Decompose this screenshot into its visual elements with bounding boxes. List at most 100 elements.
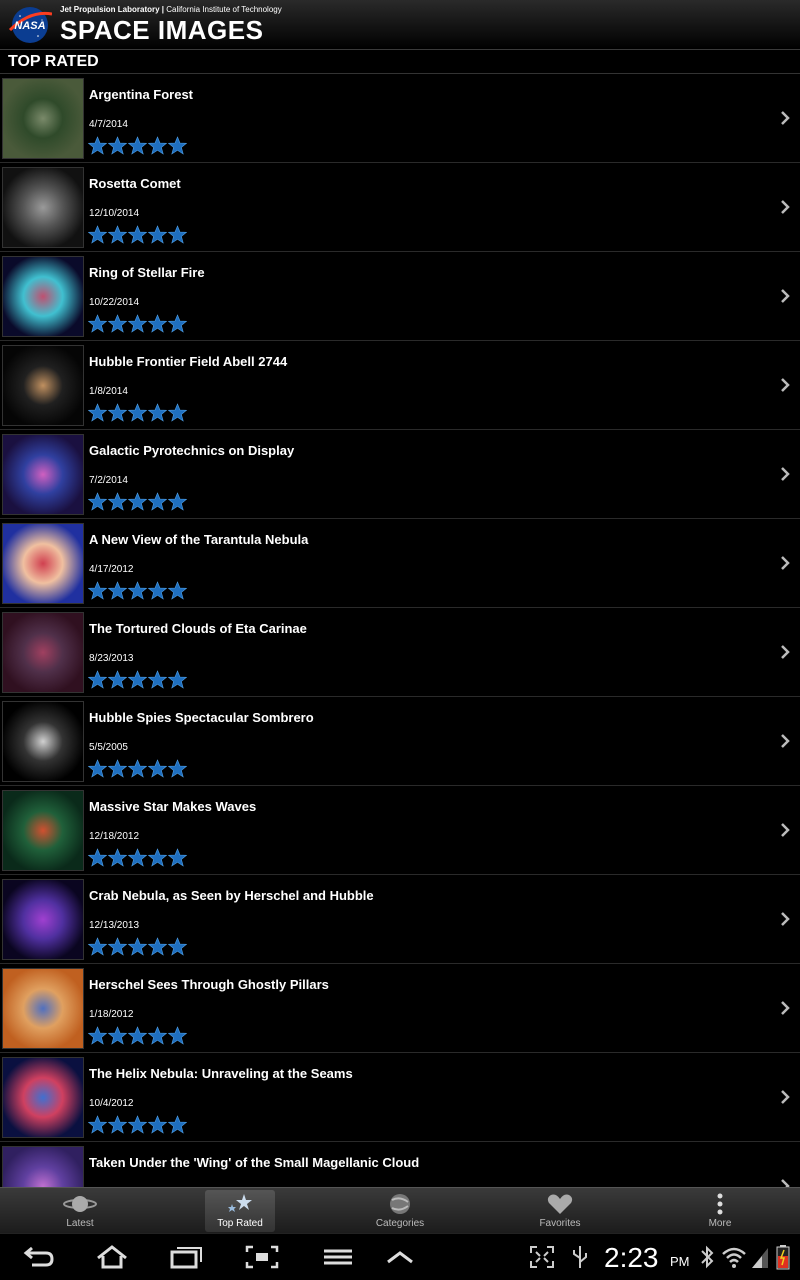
star-icon xyxy=(128,937,147,956)
list-item[interactable]: Ring of Stellar Fire 10/22/2014 xyxy=(0,252,800,341)
star-icon xyxy=(88,581,107,600)
list-item[interactable]: The Tortured Clouds of Eta Carinae 8/23/2… xyxy=(0,608,800,697)
chevron-right-icon[interactable] xyxy=(780,911,790,927)
star-icon xyxy=(88,937,107,956)
star-icon xyxy=(168,937,187,956)
chevron-right-icon[interactable] xyxy=(780,110,790,126)
tab-label: Favorites xyxy=(539,1218,581,1229)
system-navigation-bar: 2:23 PM xyxy=(0,1233,800,1280)
chevron-right-icon[interactable] xyxy=(780,555,790,571)
star-icon xyxy=(108,403,127,422)
item-date: 8/23/2013 xyxy=(89,653,134,664)
list-item[interactable]: Hubble Frontier Field Abell 2744 1/8/2014 xyxy=(0,341,800,430)
chevron-right-icon[interactable] xyxy=(780,1000,790,1016)
star-icon xyxy=(128,225,147,244)
list-item[interactable]: Galactic Pyrotechnics on Display 7/2/2014 xyxy=(0,430,800,519)
star-icon xyxy=(128,136,147,155)
chevron-right-icon[interactable] xyxy=(780,1089,790,1105)
star-icon xyxy=(168,136,187,155)
star-icon xyxy=(108,759,127,778)
star-icon xyxy=(148,848,167,867)
item-title: Ring of Stellar Fire xyxy=(89,265,205,280)
thumbnail-image xyxy=(2,78,84,159)
star-icon xyxy=(88,1026,107,1045)
item-title: Hubble Frontier Field Abell 2744 xyxy=(89,354,288,369)
star-rating xyxy=(88,759,187,781)
star-icon xyxy=(128,670,147,689)
list-item[interactable]: The Helix Nebula: Unraveling at the Seam… xyxy=(0,1053,800,1142)
star-rating xyxy=(88,848,187,870)
item-date: 4/17/2012 xyxy=(89,564,134,575)
chevron-right-icon[interactable] xyxy=(780,733,790,749)
star-icon xyxy=(168,1115,187,1134)
tab-latest[interactable]: Latest xyxy=(0,1188,160,1234)
clock-time: 2:23 xyxy=(604,1242,659,1273)
item-date: 12/13/2013 xyxy=(89,920,140,931)
star-rating xyxy=(88,581,187,603)
tab-more[interactable]: More xyxy=(640,1188,800,1234)
list-item[interactable]: Rosetta Comet 12/10/2014 xyxy=(0,163,800,252)
star-icon xyxy=(168,848,187,867)
list-item[interactable]: Herschel Sees Through Ghostly Pillars 1/1… xyxy=(0,964,800,1053)
star-icon xyxy=(88,759,107,778)
chevron-right-icon[interactable] xyxy=(780,288,790,304)
star-icon xyxy=(168,581,187,600)
tab-label: Categories xyxy=(375,1218,425,1229)
thumbnail-image xyxy=(2,345,84,426)
image-list[interactable]: Argentina Forest 4/7/2014 Rosetta Comet 12/… xyxy=(0,74,800,1187)
tab-favorites[interactable]: Favorites xyxy=(480,1188,640,1234)
star-icon xyxy=(128,848,147,867)
star-icon xyxy=(128,581,147,600)
star-rating xyxy=(88,670,187,692)
item-title: Massive Star Makes Waves xyxy=(89,799,257,814)
item-date: 4/7/2014 xyxy=(89,119,128,130)
item-date: 1/18/2012 xyxy=(89,1009,134,1020)
item-date: 7/2/2014 xyxy=(89,475,128,486)
star-icon xyxy=(88,225,107,244)
stars-icon xyxy=(228,1194,252,1212)
clock-ampm: PM xyxy=(670,1254,690,1269)
bluetooth-icon xyxy=(701,1245,714,1269)
star-icon xyxy=(88,670,107,689)
tab-categories[interactable]: Categories xyxy=(320,1188,480,1234)
star-icon xyxy=(108,1026,127,1045)
more-icon xyxy=(717,1193,723,1215)
chevron-right-icon[interactable] xyxy=(780,1178,790,1187)
item-date: 12/18/2012 xyxy=(89,831,140,842)
star-icon xyxy=(168,670,187,689)
tab-top-rated[interactable]: Top Rated xyxy=(160,1188,320,1234)
item-title: Taken Under the 'Wing' of the Small Mage… xyxy=(89,1155,420,1170)
screenshot-icon[interactable] xyxy=(244,1244,280,1270)
list-item[interactable]: Massive Star Makes Waves 12/18/2012 xyxy=(0,786,800,875)
item-title: Galactic Pyrotechnics on Display xyxy=(89,443,295,458)
star-icon xyxy=(148,670,167,689)
chevron-right-icon[interactable] xyxy=(780,377,790,393)
star-icon xyxy=(128,403,147,422)
list-item[interactable]: Crab Nebula, as Seen by Herschel and Hub… xyxy=(0,875,800,964)
recent-apps-icon[interactable] xyxy=(168,1244,204,1270)
chevron-right-icon[interactable] xyxy=(780,466,790,482)
chevron-right-icon[interactable] xyxy=(780,199,790,215)
item-title: Hubble Spies Spectacular Sombrero xyxy=(89,710,314,725)
tab-label: More xyxy=(708,1218,732,1229)
chevron-right-icon[interactable] xyxy=(780,822,790,838)
app-title: SPACE IMAGES xyxy=(60,15,264,45)
list-item[interactable]: Taken Under the 'Wing' of the Small Mage… xyxy=(0,1142,800,1187)
home-icon[interactable] xyxy=(94,1244,130,1270)
star-icon xyxy=(148,1026,167,1045)
thumbnail-image xyxy=(2,167,84,248)
back-icon[interactable] xyxy=(20,1244,56,1270)
chevron-up-icon[interactable] xyxy=(382,1244,418,1270)
menu-icon[interactable] xyxy=(320,1244,356,1270)
list-item[interactable]: Argentina Forest 4/7/2014 xyxy=(0,74,800,163)
star-icon xyxy=(148,492,167,511)
list-item[interactable]: Hubble Spies Spectacular Sombrero 5/5/200… xyxy=(0,697,800,786)
list-item[interactable]: A New View of the Tarantula Nebula 4/17/2… xyxy=(0,519,800,608)
item-title: A New View of the Tarantula Nebula xyxy=(89,532,309,547)
chevron-right-icon[interactable] xyxy=(780,644,790,660)
star-icon xyxy=(108,492,127,511)
battery-icon xyxy=(776,1245,790,1270)
star-rating xyxy=(88,492,187,514)
star-icon xyxy=(148,403,167,422)
star-icon xyxy=(148,314,167,333)
